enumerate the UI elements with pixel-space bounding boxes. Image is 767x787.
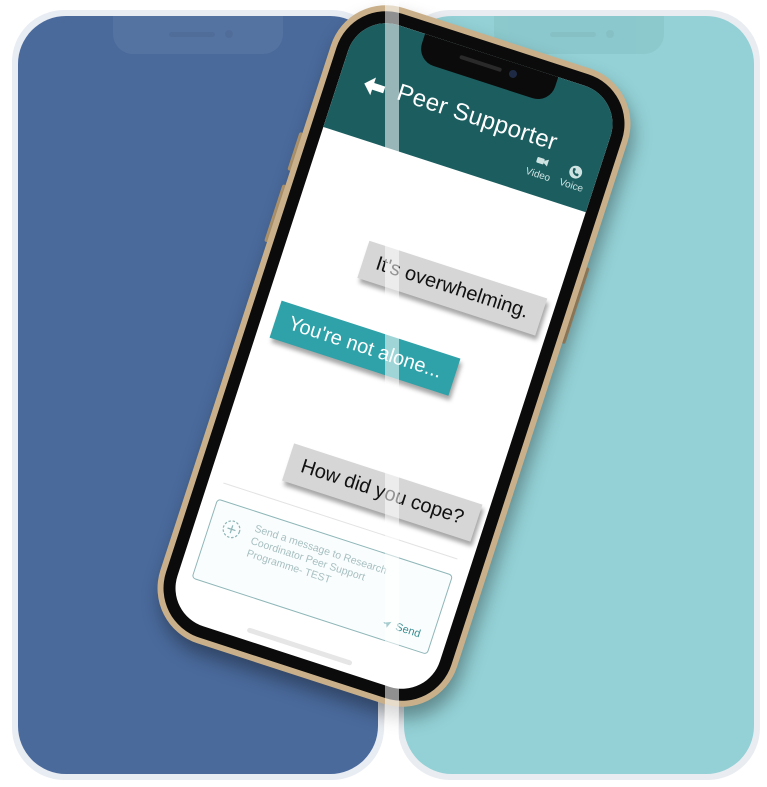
incoming-message: How did you cope? bbox=[281, 443, 483, 542]
left-phone-notch bbox=[113, 16, 283, 54]
phone-icon bbox=[569, 165, 582, 179]
video-label: Video bbox=[523, 165, 552, 185]
video-icon bbox=[536, 157, 549, 167]
outgoing-message: You're not alone... bbox=[269, 300, 461, 396]
header-actions: Video Voice bbox=[524, 151, 589, 195]
image-seam bbox=[385, 0, 399, 787]
add-icon[interactable] bbox=[219, 517, 244, 542]
voice-button[interactable]: Voice bbox=[558, 162, 590, 195]
